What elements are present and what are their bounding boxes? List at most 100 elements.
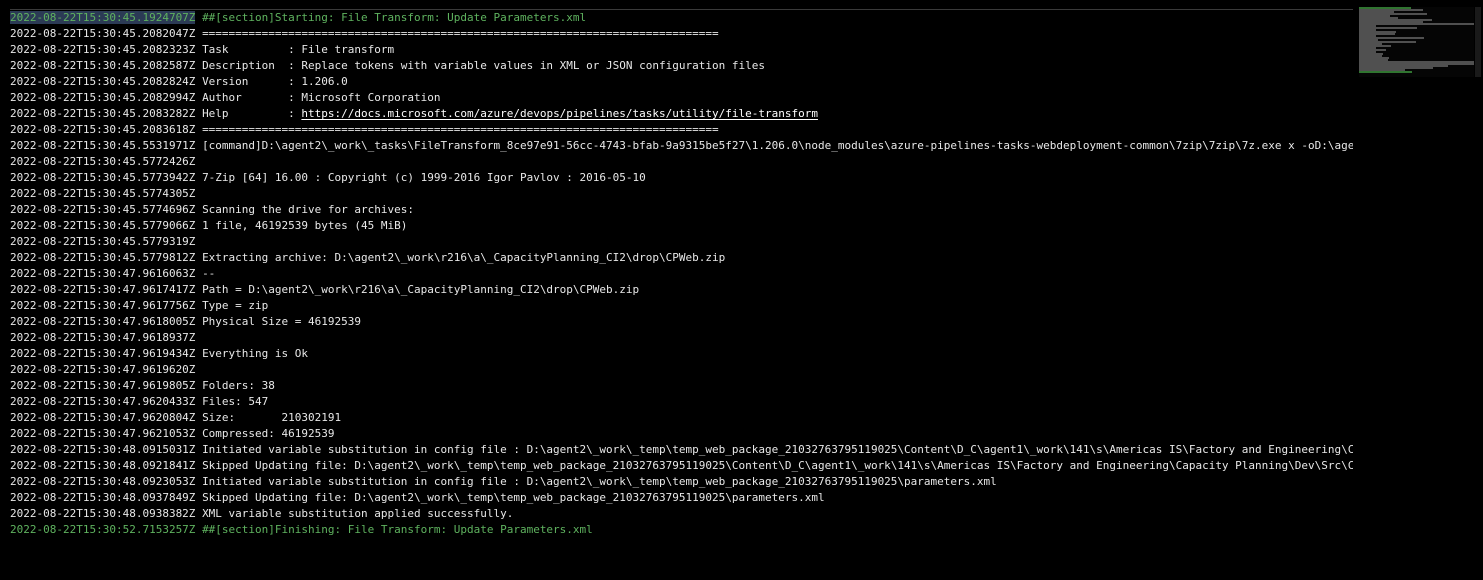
- minimap-line: [1359, 71, 1412, 73]
- log-line: 2022-08-22T15:30:45.5779812Z Extracting …: [10, 250, 1353, 266]
- log-line: 2022-08-22T15:30:45.2082323Z Task : File…: [10, 42, 1353, 58]
- log-timestamp: 2022-08-22T15:30:45.2082824Z: [10, 75, 196, 88]
- log-message: [command]D:\agent2\_work\_tasks\FileTran…: [202, 139, 1353, 152]
- log-message: Files: 547: [202, 395, 269, 408]
- log-line: 2022-08-22T15:30:47.9619620Z: [10, 362, 1353, 378]
- log-message: ##[section]Starting: File Transform: Upd…: [202, 11, 587, 24]
- log-message: Extracting archive: D:\agent2\_work\r216…: [202, 251, 726, 264]
- log-line: 2022-08-22T15:30:45.5779066Z 1 file, 461…: [10, 218, 1353, 234]
- log-line: 2022-08-22T15:30:45.5531971Z [command]D:…: [10, 138, 1353, 154]
- log-message: Skipped Updating file: D:\agent2\_work\_…: [202, 491, 825, 504]
- log-message: Path = D:\agent2\_work\r216\a\_CapacityP…: [202, 283, 640, 296]
- log-line: 2022-08-22T15:30:47.9618005Z Physical Si…: [10, 314, 1353, 330]
- log-message: Size: 210302191: [202, 411, 342, 424]
- log-message: Author : Microsoft Corporation: [202, 91, 441, 104]
- log-line: 2022-08-22T15:30:47.9619434Z Everything …: [10, 346, 1353, 362]
- log-timestamp: 2022-08-22T15:30:45.5774305Z: [10, 187, 196, 200]
- log-line: 2022-08-22T15:30:47.9620804Z Size: 21030…: [10, 410, 1353, 426]
- log-timestamp: 2022-08-22T15:30:45.2082994Z: [10, 91, 196, 104]
- log-line: 2022-08-22T15:30:45.2083282Z Help : http…: [10, 106, 1353, 122]
- log-message: ========================================…: [202, 27, 719, 40]
- log-line: 2022-08-22T15:30:45.2083618Z ===========…: [10, 122, 1353, 138]
- log-timestamp: 2022-08-22T15:30:45.5772426Z: [10, 155, 196, 168]
- log-line: 2022-08-22T15:30:48.0938382Z XML variabl…: [10, 506, 1353, 522]
- log-message: Help :: [202, 107, 302, 120]
- log-timestamp: 2022-08-22T15:30:47.9616063Z: [10, 267, 196, 280]
- log-timestamp: 2022-08-22T15:30:47.9617756Z: [10, 299, 196, 312]
- log-line: 2022-08-22T15:30:45.5773942Z 7-Zip [64] …: [10, 170, 1353, 186]
- log-message: Scanning the drive for archives:: [202, 203, 414, 216]
- log-line: 2022-08-22T15:30:48.0915031Z Initiated v…: [10, 442, 1353, 458]
- log-message: Description : Replace tokens with variab…: [202, 59, 765, 72]
- log-line: 2022-08-22T15:30:47.9617417Z Path = D:\a…: [10, 282, 1353, 298]
- log-timestamp: 2022-08-22T15:30:47.9620804Z: [10, 411, 196, 424]
- log-message: Initiated variable substitution in confi…: [202, 443, 1353, 456]
- log-line: 2022-08-22T15:30:48.0921841Z Skipped Upd…: [10, 458, 1353, 474]
- log-message: Task : File transform: [202, 43, 395, 56]
- log-timestamp: 2022-08-22T15:30:45.5773942Z: [10, 171, 196, 184]
- log-message: Physical Size = 46192539: [202, 315, 362, 328]
- log-line: 2022-08-22T15:30:47.9619805Z Folders: 38: [10, 378, 1353, 394]
- log-message: Compressed: 46192539: [202, 427, 335, 440]
- log-timestamp: 2022-08-22T15:30:47.9621053Z: [10, 427, 196, 440]
- log-timestamp: 2022-08-22T15:30:52.7153257Z: [10, 523, 196, 536]
- log-timestamp: 2022-08-22T15:30:45.1924707Z: [10, 11, 196, 24]
- log-line: 2022-08-22T15:30:45.5772426Z: [10, 154, 1353, 170]
- log-timestamp: 2022-08-22T15:30:48.0938382Z: [10, 507, 196, 520]
- log-line: 2022-08-22T15:30:47.9621053Z Compressed:…: [10, 426, 1353, 442]
- log-output[interactable]: 2022-08-22T15:30:45.1924707Z ##[section]…: [10, 9, 1353, 570]
- log-timestamp: 2022-08-22T15:30:48.0937849Z: [10, 491, 196, 504]
- log-timestamp: 2022-08-22T15:30:48.0915031Z: [10, 443, 196, 456]
- log-line: 2022-08-22T15:30:48.0937849Z Skipped Upd…: [10, 490, 1353, 506]
- log-message: 1 file, 46192539 bytes (45 MiB): [202, 219, 408, 232]
- minimap-line: [1359, 23, 1474, 25]
- log-timestamp: 2022-08-22T15:30:47.9620433Z: [10, 395, 196, 408]
- log-line: 2022-08-22T15:30:52.7153257Z ##[section]…: [10, 522, 1353, 538]
- log-message: 7-Zip [64] 16.00 : Copyright (c) 1999-20…: [202, 171, 646, 184]
- log-line: 2022-08-22T15:30:45.1924707Z ##[section]…: [10, 10, 1353, 26]
- help-link[interactable]: https://docs.microsoft.com/azure/devops/…: [301, 107, 818, 120]
- log-timestamp: 2022-08-22T15:30:45.2082587Z: [10, 59, 196, 72]
- log-line: 2022-08-22T15:30:45.2082994Z Author : Mi…: [10, 90, 1353, 106]
- log-message: Folders: 38: [202, 379, 275, 392]
- log-message: XML variable substitution applied succes…: [202, 507, 514, 520]
- log-timestamp: 2022-08-22T15:30:45.2083618Z: [10, 123, 196, 136]
- log-message: Everything is Ok: [202, 347, 309, 360]
- log-line: 2022-08-22T15:30:47.9616063Z --: [10, 266, 1353, 282]
- log-message: ##[section]Finishing: File Transform: Up…: [202, 523, 593, 536]
- log-line: 2022-08-22T15:30:45.5774305Z: [10, 186, 1353, 202]
- log-minimap[interactable]: [1359, 7, 1474, 77]
- log-timestamp: 2022-08-22T15:30:45.5779066Z: [10, 219, 196, 232]
- log-timestamp: 2022-08-22T15:30:47.9618005Z: [10, 315, 196, 328]
- log-timestamp: 2022-08-22T15:30:45.2083282Z: [10, 107, 196, 120]
- vertical-scrollbar[interactable]: [1475, 7, 1481, 77]
- log-line: 2022-08-22T15:30:48.0923053Z Initiated v…: [10, 474, 1353, 490]
- log-line: 2022-08-22T15:30:45.2082587Z Description…: [10, 58, 1353, 74]
- log-timestamp: 2022-08-22T15:30:47.9617417Z: [10, 283, 196, 296]
- log-timestamp: 2022-08-22T15:30:47.9619620Z: [10, 363, 196, 376]
- log-line: 2022-08-22T15:30:47.9618937Z: [10, 330, 1353, 346]
- log-line: 2022-08-22T15:30:47.9617756Z Type = zip: [10, 298, 1353, 314]
- log-timestamp: 2022-08-22T15:30:45.2082323Z: [10, 43, 196, 56]
- log-timestamp: 2022-08-22T15:30:45.5779319Z: [10, 235, 196, 248]
- log-timestamp: 2022-08-22T15:30:45.2082047Z: [10, 27, 196, 40]
- log-timestamp: 2022-08-22T15:30:48.0921841Z: [10, 459, 196, 472]
- log-message: Version : 1.206.0: [202, 75, 348, 88]
- log-timestamp: 2022-08-22T15:30:47.9619805Z: [10, 379, 196, 392]
- log-line: 2022-08-22T15:30:45.5774696Z Scanning th…: [10, 202, 1353, 218]
- log-timestamp: 2022-08-22T15:30:47.9619434Z: [10, 347, 196, 360]
- log-timestamp: 2022-08-22T15:30:45.5774696Z: [10, 203, 196, 216]
- log-message: Skipped Updating file: D:\agent2\_work\_…: [202, 459, 1353, 472]
- log-timestamp: 2022-08-22T15:30:45.5531971Z: [10, 139, 196, 152]
- log-line: 2022-08-22T15:30:45.5779319Z: [10, 234, 1353, 250]
- log-message: Type = zip: [202, 299, 269, 312]
- log-message: Initiated variable substitution in confi…: [202, 475, 997, 488]
- log-timestamp: 2022-08-22T15:30:48.0923053Z: [10, 475, 196, 488]
- log-line: 2022-08-22T15:30:47.9620433Z Files: 547: [10, 394, 1353, 410]
- log-message: --: [202, 267, 216, 280]
- log-line: 2022-08-22T15:30:45.2082047Z ===========…: [10, 26, 1353, 42]
- log-timestamp: 2022-08-22T15:30:47.9618937Z: [10, 331, 196, 344]
- log-line: 2022-08-22T15:30:45.2082824Z Version : 1…: [10, 74, 1353, 90]
- log-message: ========================================…: [202, 123, 719, 136]
- log-timestamp: 2022-08-22T15:30:45.5779812Z: [10, 251, 196, 264]
